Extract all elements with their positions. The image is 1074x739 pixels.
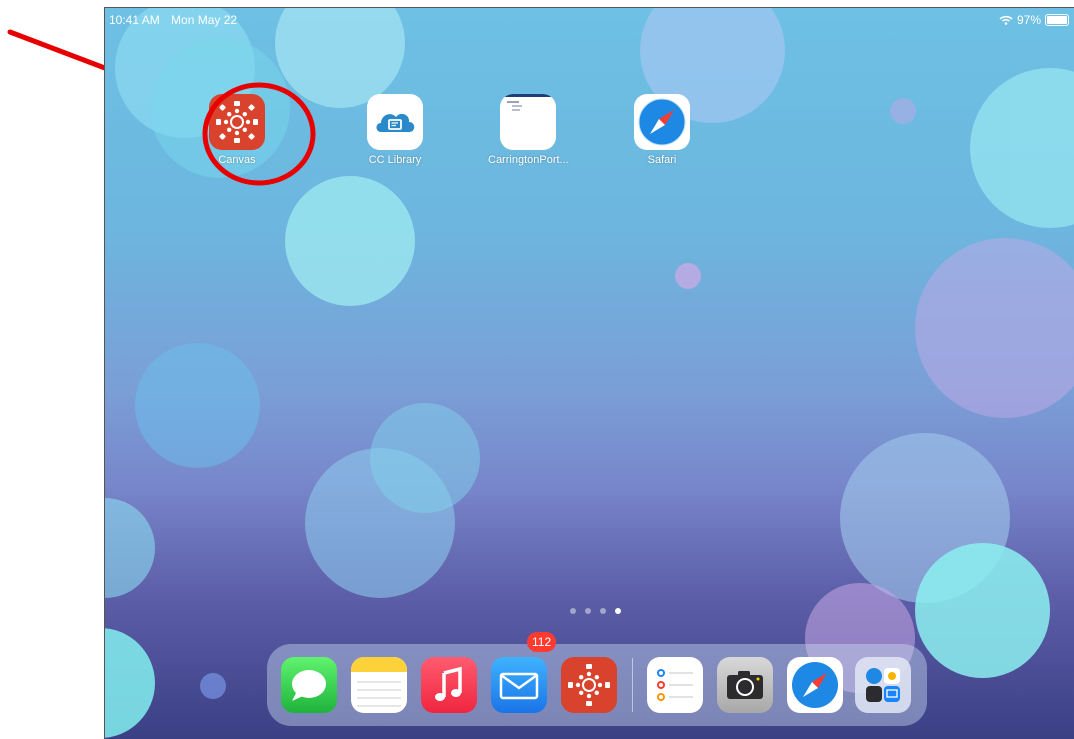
camera-icon[interactable] [717,657,773,713]
mail-icon[interactable] [491,657,547,713]
wallpaper-bubble [675,263,701,289]
app-label: CC Library [368,154,422,166]
app-cc-library[interactable]: CC Library [355,94,435,166]
page-dot[interactable] [600,608,606,614]
music-icon[interactable] [421,657,477,713]
page-indicator[interactable] [570,608,621,614]
wallpaper-bubble [285,176,415,306]
cc-library-icon [367,94,423,150]
dock-separator [632,658,633,712]
wallpaper-bubble [105,498,155,598]
page-dot[interactable] [570,608,576,614]
reminders-icon[interactable] [647,657,703,713]
wallpaper-bubble [915,543,1050,678]
page-dot-active[interactable] [615,608,621,614]
app-carrington-portal[interactable]: CarringtonPort... [488,94,569,166]
canvas-icon[interactable] [561,657,617,713]
battery-icon [1045,14,1069,26]
wallpaper-bubble [370,403,480,513]
status-date: Mon May 22 [171,13,238,27]
safari-icon[interactable] [787,657,843,713]
app-library-icon[interactable] [855,657,911,713]
wallpaper-bubble [200,673,226,699]
annotation-circle [202,82,316,186]
safari-icon [634,94,690,150]
page-dot[interactable] [585,608,591,614]
wallpaper-bubble [890,98,916,124]
app-label: Safari [647,154,677,166]
wallpaper-bubble [135,343,260,468]
battery-percentage: 97% [1016,13,1041,27]
mail-badge: 112 [527,632,557,652]
wifi-icon [999,15,1013,25]
wallpaper-bubble [105,628,155,738]
dock: 112 [267,632,927,726]
status-time: 10:41 AM [109,13,160,27]
carrington-portal-icon [500,94,556,150]
notes-icon[interactable] [351,657,407,713]
status-bar: 10:41 AM Mon May 22 97% [105,8,1074,30]
wallpaper-bubble [970,68,1074,228]
messages-icon[interactable] [281,657,337,713]
app-safari[interactable]: Safari [622,94,702,166]
app-label: CarringtonPort... [488,154,569,166]
wallpaper-bubble [915,238,1074,418]
